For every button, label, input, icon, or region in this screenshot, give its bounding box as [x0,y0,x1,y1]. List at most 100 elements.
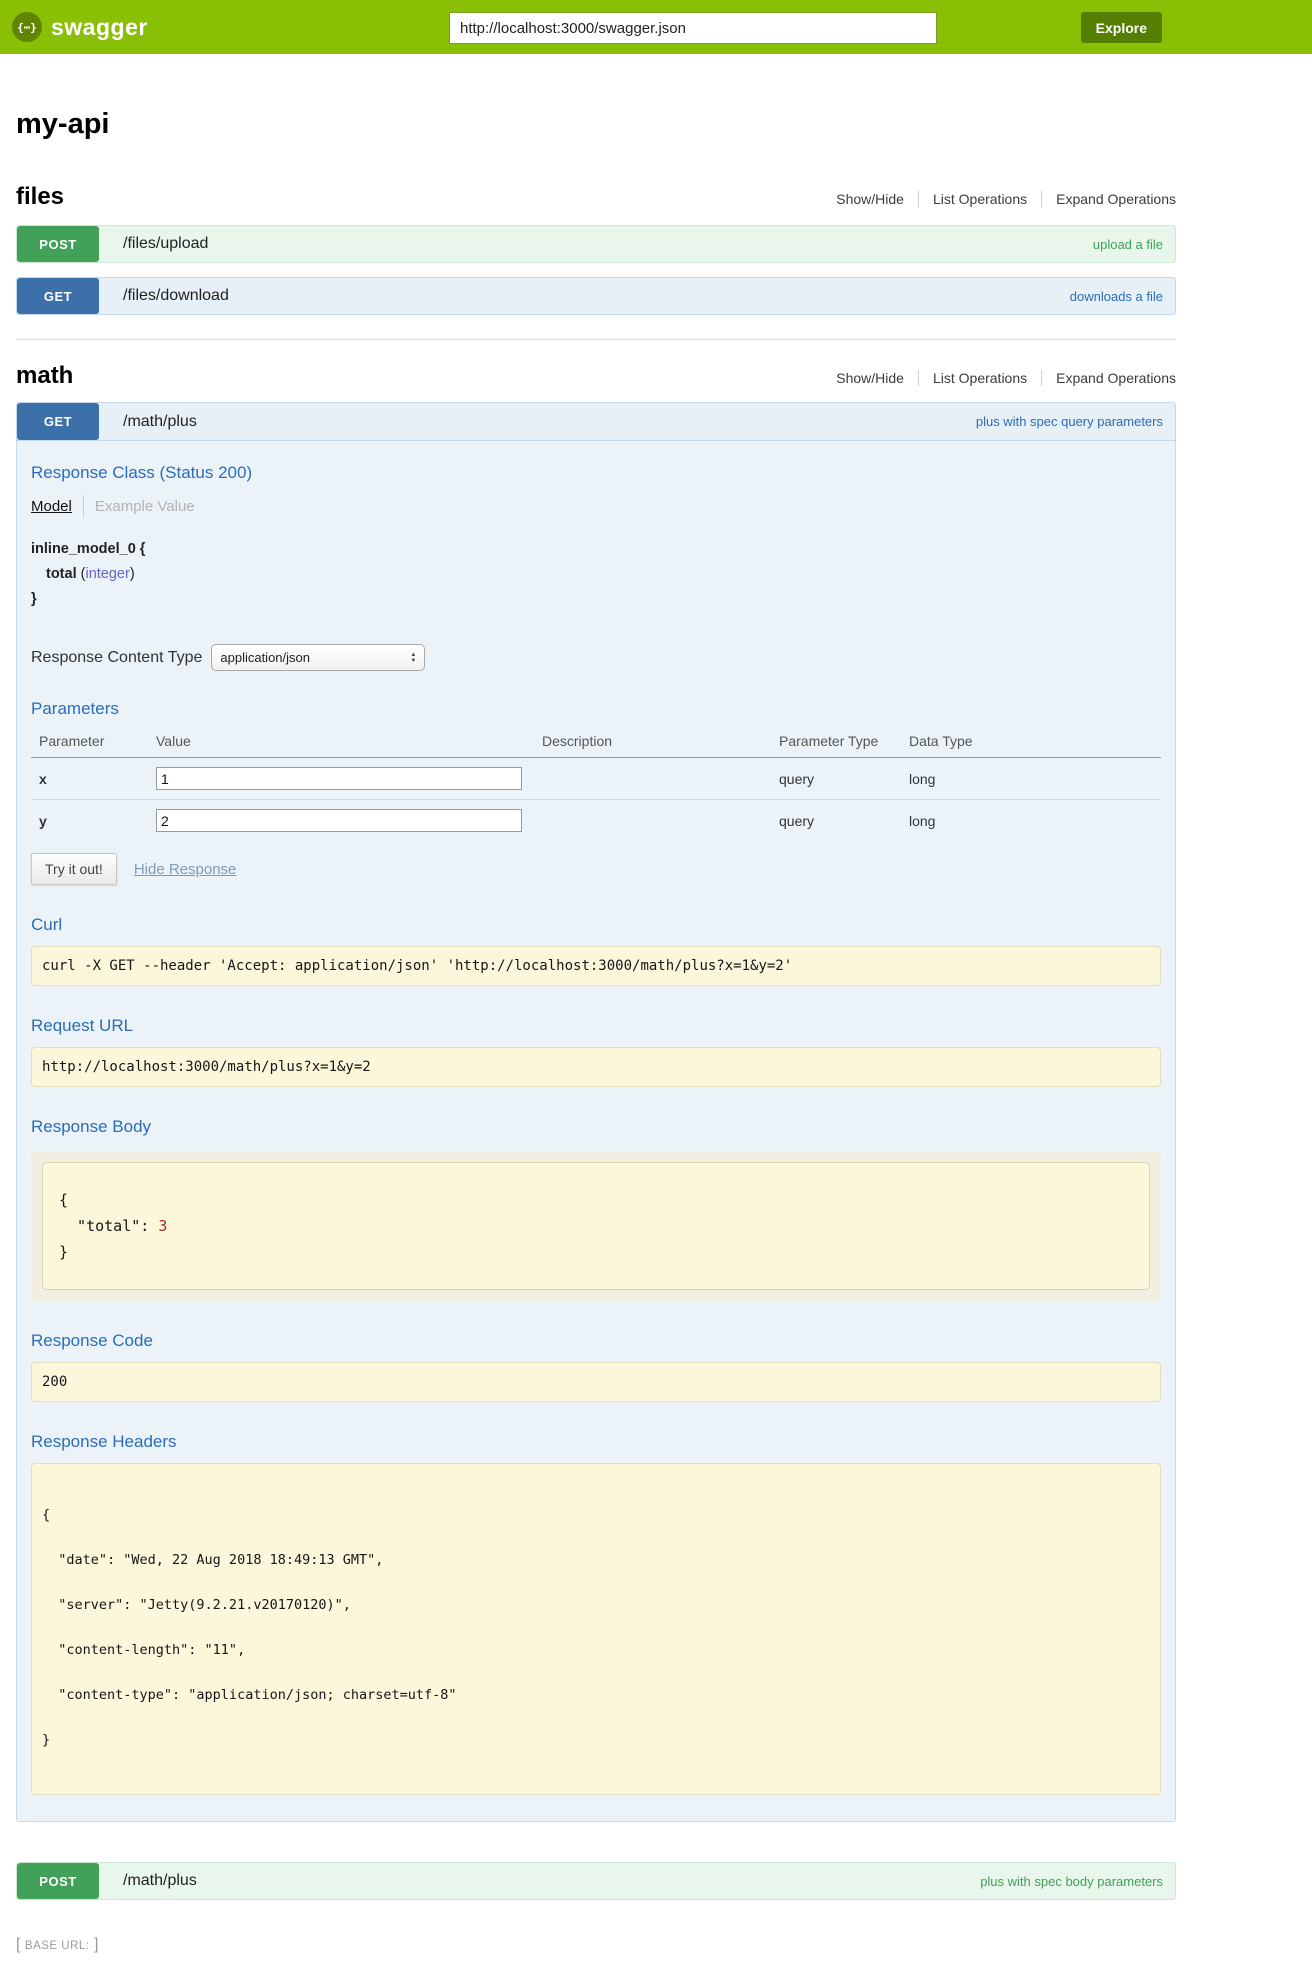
column-data-type: Data Type [909,727,1161,758]
operation-path-link[interactable]: /math/plus [123,413,197,431]
parameter-type: query [779,758,909,800]
resource-divider [16,339,1176,340]
show-hide-link[interactable]: Show/Hide [836,370,904,386]
parameter-name: y [31,800,156,842]
tab-model[interactable]: Model [31,498,72,515]
operation-path-link[interactable]: /files/upload [123,235,208,253]
operation-row-post-math-plus[interactable]: POST /math/plus plus with spec body para… [16,1862,1176,1900]
parameter-row-y: y query long [31,800,1161,842]
selected-content-type: application/json [220,650,310,665]
model-open-line: inline_model_0 { [31,537,1161,562]
files-resource-header: files Show/Hide List Operations Expand O… [16,183,1176,211]
headers-line: "date": "Wed, 22 Aug 2018 18:49:13 GMT", [42,1553,1150,1568]
get-method-badge: GET [17,403,99,440]
show-hide-link[interactable]: Show/Hide [836,191,904,207]
response-headers-box: { "date": "Wed, 22 Aug 2018 18:49:13 GMT… [31,1463,1161,1795]
parameter-description [542,800,779,842]
swagger-logo[interactable]: {⋯} swagger [12,0,148,54]
explore-button[interactable]: Explore [1081,12,1162,43]
action-separator [1041,191,1042,207]
headers-line: } [42,1733,1150,1748]
list-operations-link[interactable]: List Operations [933,370,1027,386]
column-value: Value [156,727,542,758]
operation-path-link[interactable]: /files/download [123,287,229,305]
resource-title-files[interactable]: files [16,183,64,211]
expand-operations-link[interactable]: Expand Operations [1056,191,1176,207]
math-resource-actions: Show/Hide List Operations Expand Operati… [836,370,1176,386]
footer-bracket-close: ] [94,1936,98,1953]
paren-close: ) [130,566,135,582]
files-resource: files Show/Hide List Operations Expand O… [16,183,1176,315]
action-separator [918,370,919,386]
operation-expanded-get-math-plus: GET /math/plus plus with spec query para… [16,402,1176,1822]
math-resource: math Show/Hide List Operations Expand Op… [16,362,1176,1900]
model-close-line: } [31,587,1161,612]
request-url-box: http://localhost:3000/math/plus?x=1&y=2 [31,1047,1161,1087]
spec-url-input[interactable] [449,12,937,44]
parameter-row-x: x query long [31,758,1161,800]
column-parameter-type: Parameter Type [779,727,909,758]
json-open: { [59,1187,1133,1213]
list-operations-link[interactable]: List Operations [933,191,1027,207]
parameters-table: Parameter Value Description Parameter Ty… [31,727,1161,841]
select-arrows-icon: ▲▼ [410,652,416,664]
model-tabs: Model Example Value [31,495,1161,517]
headers-line: "content-type": "application/json; chars… [42,1688,1150,1703]
page-content: my-api files Show/Hide List Operations E… [16,108,1176,1900]
operation-summary-link[interactable]: upload a file [1093,237,1163,252]
hide-response-link[interactable]: Hide Response [134,861,237,878]
response-body-outer: { "total": 3} [31,1151,1161,1301]
model-property: total (integer) [31,562,1161,587]
math-resource-header: math Show/Hide List Operations Expand Op… [16,362,1176,390]
operation-content: Response Class (Status 200) Model Exampl… [17,441,1175,1821]
json-total-line: "total": 3 [59,1213,1133,1239]
response-headers-heading: Response Headers [31,1432,1161,1452]
response-content-type-select[interactable]: application/json ▲▼ [211,644,425,671]
footer-bracket-open: [ [16,1936,20,1953]
files-resource-actions: Show/Hide List Operations Expand Operati… [836,191,1176,207]
operation-row-get-files-download[interactable]: GET /files/download downloads a file [16,277,1176,315]
headers-line: { [42,1508,1150,1523]
operation-summary-link[interactable]: plus with spec query parameters [976,414,1163,429]
resource-title-math[interactable]: math [16,362,73,390]
parameter-description [542,758,779,800]
property-type: integer [85,566,129,582]
response-code-heading: Response Code [31,1331,1161,1351]
operation-path-link[interactable]: /math/plus [123,1872,197,1890]
operation-summary-link[interactable]: plus with spec body parameters [980,1874,1163,1889]
operation-summary-link[interactable]: downloads a file [1070,289,1163,304]
base-url-label: BASE URL: [25,1940,90,1952]
headers-line: "content-length": "11", [42,1643,1150,1658]
expand-operations-link[interactable]: Expand Operations [1056,370,1176,386]
parameter-value-input-y[interactable] [156,809,522,832]
response-body-heading: Response Body [31,1117,1161,1137]
operation-row-get-math-plus[interactable]: GET /math/plus plus with spec query para… [17,403,1175,441]
response-body-box: { "total": 3} [42,1162,1150,1290]
parameters-heading: Parameters [31,699,1161,719]
parameter-value-input-x[interactable] [156,767,522,790]
tab-separator [83,495,84,517]
headers-line: "server": "Jetty(9.2.21.v20170120)", [42,1598,1150,1613]
curl-command-box: curl -X GET --header 'Accept: applicatio… [31,946,1161,986]
parameter-type: query [779,800,909,842]
tab-example-value[interactable]: Example Value [95,498,195,515]
response-class-heading: Response Class (Status 200) [31,463,1161,483]
swagger-header: {⋯} swagger Explore [0,0,1312,54]
action-separator [918,191,919,207]
json-number-value: 3 [158,1217,167,1235]
post-method-badge: POST [17,226,99,262]
response-content-type-label: Response Content Type [31,649,202,667]
base-url-footer: [ BASE URL: ] [16,1936,1312,1980]
try-it-out-button[interactable]: Try it out! [31,853,117,885]
column-description: Description [542,727,779,758]
operation-row-post-files-upload[interactable]: POST /files/upload upload a file [16,225,1176,263]
response-content-type-row: Response Content Type application/json ▲… [31,644,1161,671]
model-signature: inline_model_0 { total (integer) } [31,537,1161,612]
action-separator [1041,370,1042,386]
parameter-data-type: long [909,758,1161,800]
curl-heading: Curl [31,915,1161,935]
parameter-data-type: long [909,800,1161,842]
try-it-out-row: Try it out! Hide Response [31,853,1161,885]
response-code-box: 200 [31,1362,1161,1402]
request-url-heading: Request URL [31,1016,1161,1036]
